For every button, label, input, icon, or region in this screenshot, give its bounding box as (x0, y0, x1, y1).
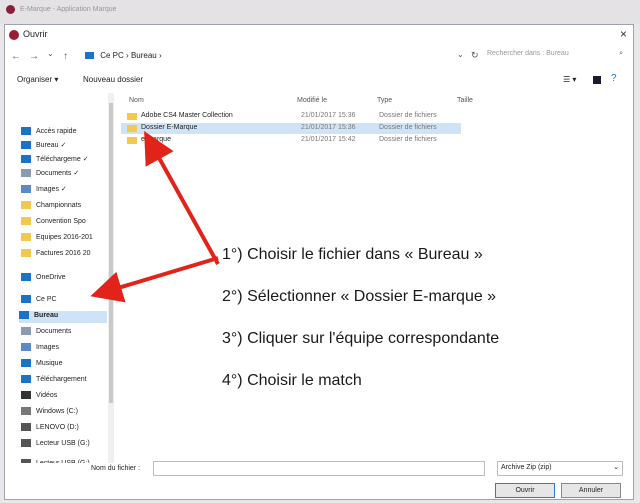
annotation-arrow-to-bureau (90, 256, 219, 303)
annotation-arrows (90, 131, 220, 303)
annotation-arrow-to-dossier-e-marque (144, 131, 220, 265)
